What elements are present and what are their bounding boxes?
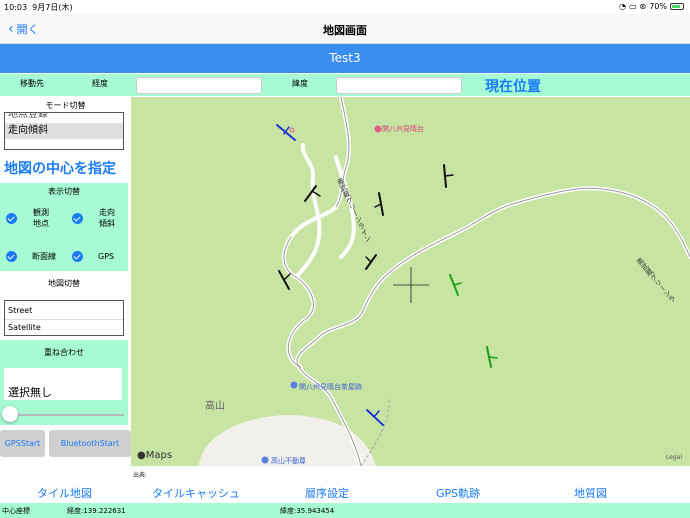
wifi-icon: ◔ bbox=[618, 2, 626, 11]
mode-option-selected[interactable]: 走向傾斜 bbox=[5, 123, 123, 139]
page-title: 地図画面 bbox=[323, 24, 367, 37]
mode-option[interactable]: 地点登録 bbox=[5, 113, 123, 123]
opacity-slider-thumb[interactable] bbox=[2, 406, 18, 422]
tab-geology-map[interactable]: 地質図 bbox=[574, 485, 607, 501]
bottom-tab-bar: タイル地図 タイルキャッシュ 層序設定 GPS軌跡 地質図 bbox=[0, 482, 690, 502]
strike-dip-label: 走向 傾斜 bbox=[99, 208, 115, 228]
poi-marker-lookout[interactable] bbox=[374, 125, 382, 133]
overlay-title: 重ね合わせ bbox=[44, 348, 84, 357]
section-line-checkbox[interactable] bbox=[6, 251, 17, 262]
poi-label-lookout: 関八州見晴台 bbox=[382, 125, 424, 133]
observation-point-checkbox[interactable] bbox=[6, 213, 17, 224]
latitude-input[interactable] bbox=[336, 77, 462, 94]
tab-tile-cache[interactable]: タイルキャッシュ bbox=[152, 485, 240, 501]
battery-icon bbox=[670, 3, 684, 10]
map-center-crosshair bbox=[393, 267, 429, 303]
map-source-label: 出典: bbox=[133, 472, 148, 479]
map-type-option-satellite[interactable]: Satellite bbox=[5, 319, 123, 335]
maps-brand: ●Maps bbox=[137, 450, 173, 461]
opacity-slider-track[interactable] bbox=[8, 414, 124, 416]
mode-title: モード切替 bbox=[45, 101, 86, 110]
map-type-option-street[interactable]: Street bbox=[5, 303, 123, 319]
current-position-button[interactable]: 現在位置 bbox=[485, 76, 541, 96]
display-toggle-section: 表示切替 観測 地点 走向 傾斜 断面線 GPS bbox=[0, 183, 128, 271]
legal-link[interactable]: Legal bbox=[666, 454, 682, 461]
poi-marker-small[interactable] bbox=[289, 127, 295, 133]
status-indicators: ◔ ▭ ⊛ 70% bbox=[619, 2, 684, 11]
destination-label: 移動先 bbox=[20, 79, 44, 88]
section-line-label: 断面線 bbox=[32, 252, 56, 261]
screen-icon: ▭ bbox=[628, 2, 637, 11]
map-switch-title: 地図切替 bbox=[48, 279, 80, 288]
center-latitude: 緯度:35.943454 bbox=[280, 507, 335, 515]
gps-label: GPS bbox=[98, 252, 115, 261]
longitude-label: 経度 bbox=[92, 79, 108, 88]
gps-start-button[interactable]: GPSStart bbox=[0, 430, 45, 457]
poi-label-fudoson: 高山不動尊 bbox=[271, 457, 306, 465]
mode-picker[interactable]: 地点登録 走向傾斜 bbox=[4, 112, 124, 150]
bluetooth-start-button[interactable]: BluetoothStart bbox=[49, 430, 131, 457]
tab-tile-map[interactable]: タイル地図 bbox=[37, 485, 92, 501]
latitude-label: 緯度 bbox=[292, 79, 308, 88]
display-toggle-title: 表示切替 bbox=[48, 187, 80, 196]
observation-point-label: 観測 地点 bbox=[33, 208, 49, 228]
poi-marker-temple[interactable] bbox=[261, 456, 269, 464]
place-label-takayama: 高山 bbox=[205, 401, 225, 412]
overlay-select[interactable]: 選択無し bbox=[4, 368, 122, 400]
status-bar: 10:03 9月7日(木) ◔ ▭ ⊛ 70% bbox=[0, 0, 690, 14]
set-map-center-button[interactable]: 地図の中心を指定 bbox=[4, 158, 116, 178]
tab-gps-track[interactable]: GPS軌跡 bbox=[436, 485, 480, 501]
map-type-picker[interactable]: Street Satellite bbox=[4, 300, 124, 336]
strike-dip-checkbox[interactable] bbox=[72, 213, 83, 224]
poi-marker-teahouse[interactable] bbox=[290, 381, 298, 389]
map-view[interactable]: 関八州見晴台 奥武蔵グリーンライン 奥武蔵グリーンラ 関八州見晴台茶屋跡 高山 … bbox=[131, 97, 690, 466]
navigation-bar: ‹ 開く 地図画面 bbox=[0, 14, 690, 44]
battery-percent: 70% bbox=[649, 2, 667, 11]
center-coordinates-bar: 中心座標 経度:139.222631 緯度:35.943454 bbox=[0, 503, 690, 518]
center-longitude: 経度:139.222631 bbox=[67, 507, 126, 515]
road-network bbox=[282, 97, 690, 466]
poi-label-teahouse: 関八州見晴台茶屋跡 bbox=[299, 383, 362, 391]
status-time: 10:03 9月7日(木) bbox=[4, 3, 73, 12]
longitude-input[interactable] bbox=[136, 77, 262, 94]
tab-stratigraphy[interactable]: 層序設定 bbox=[305, 485, 349, 501]
destination-row: 移動先 経度 緯度 現在位置 bbox=[0, 74, 690, 96]
gps-checkbox[interactable] bbox=[72, 251, 83, 262]
banner-title: Test3 bbox=[0, 44, 690, 73]
road-outlines bbox=[283, 97, 690, 466]
center-coord-label: 中心座標 bbox=[2, 507, 30, 515]
overlay-section: 重ね合わせ 選択無し bbox=[0, 340, 128, 425]
apple-logo-icon: ● bbox=[137, 450, 146, 461]
orientation-lock-icon: ⊛ bbox=[639, 2, 647, 11]
